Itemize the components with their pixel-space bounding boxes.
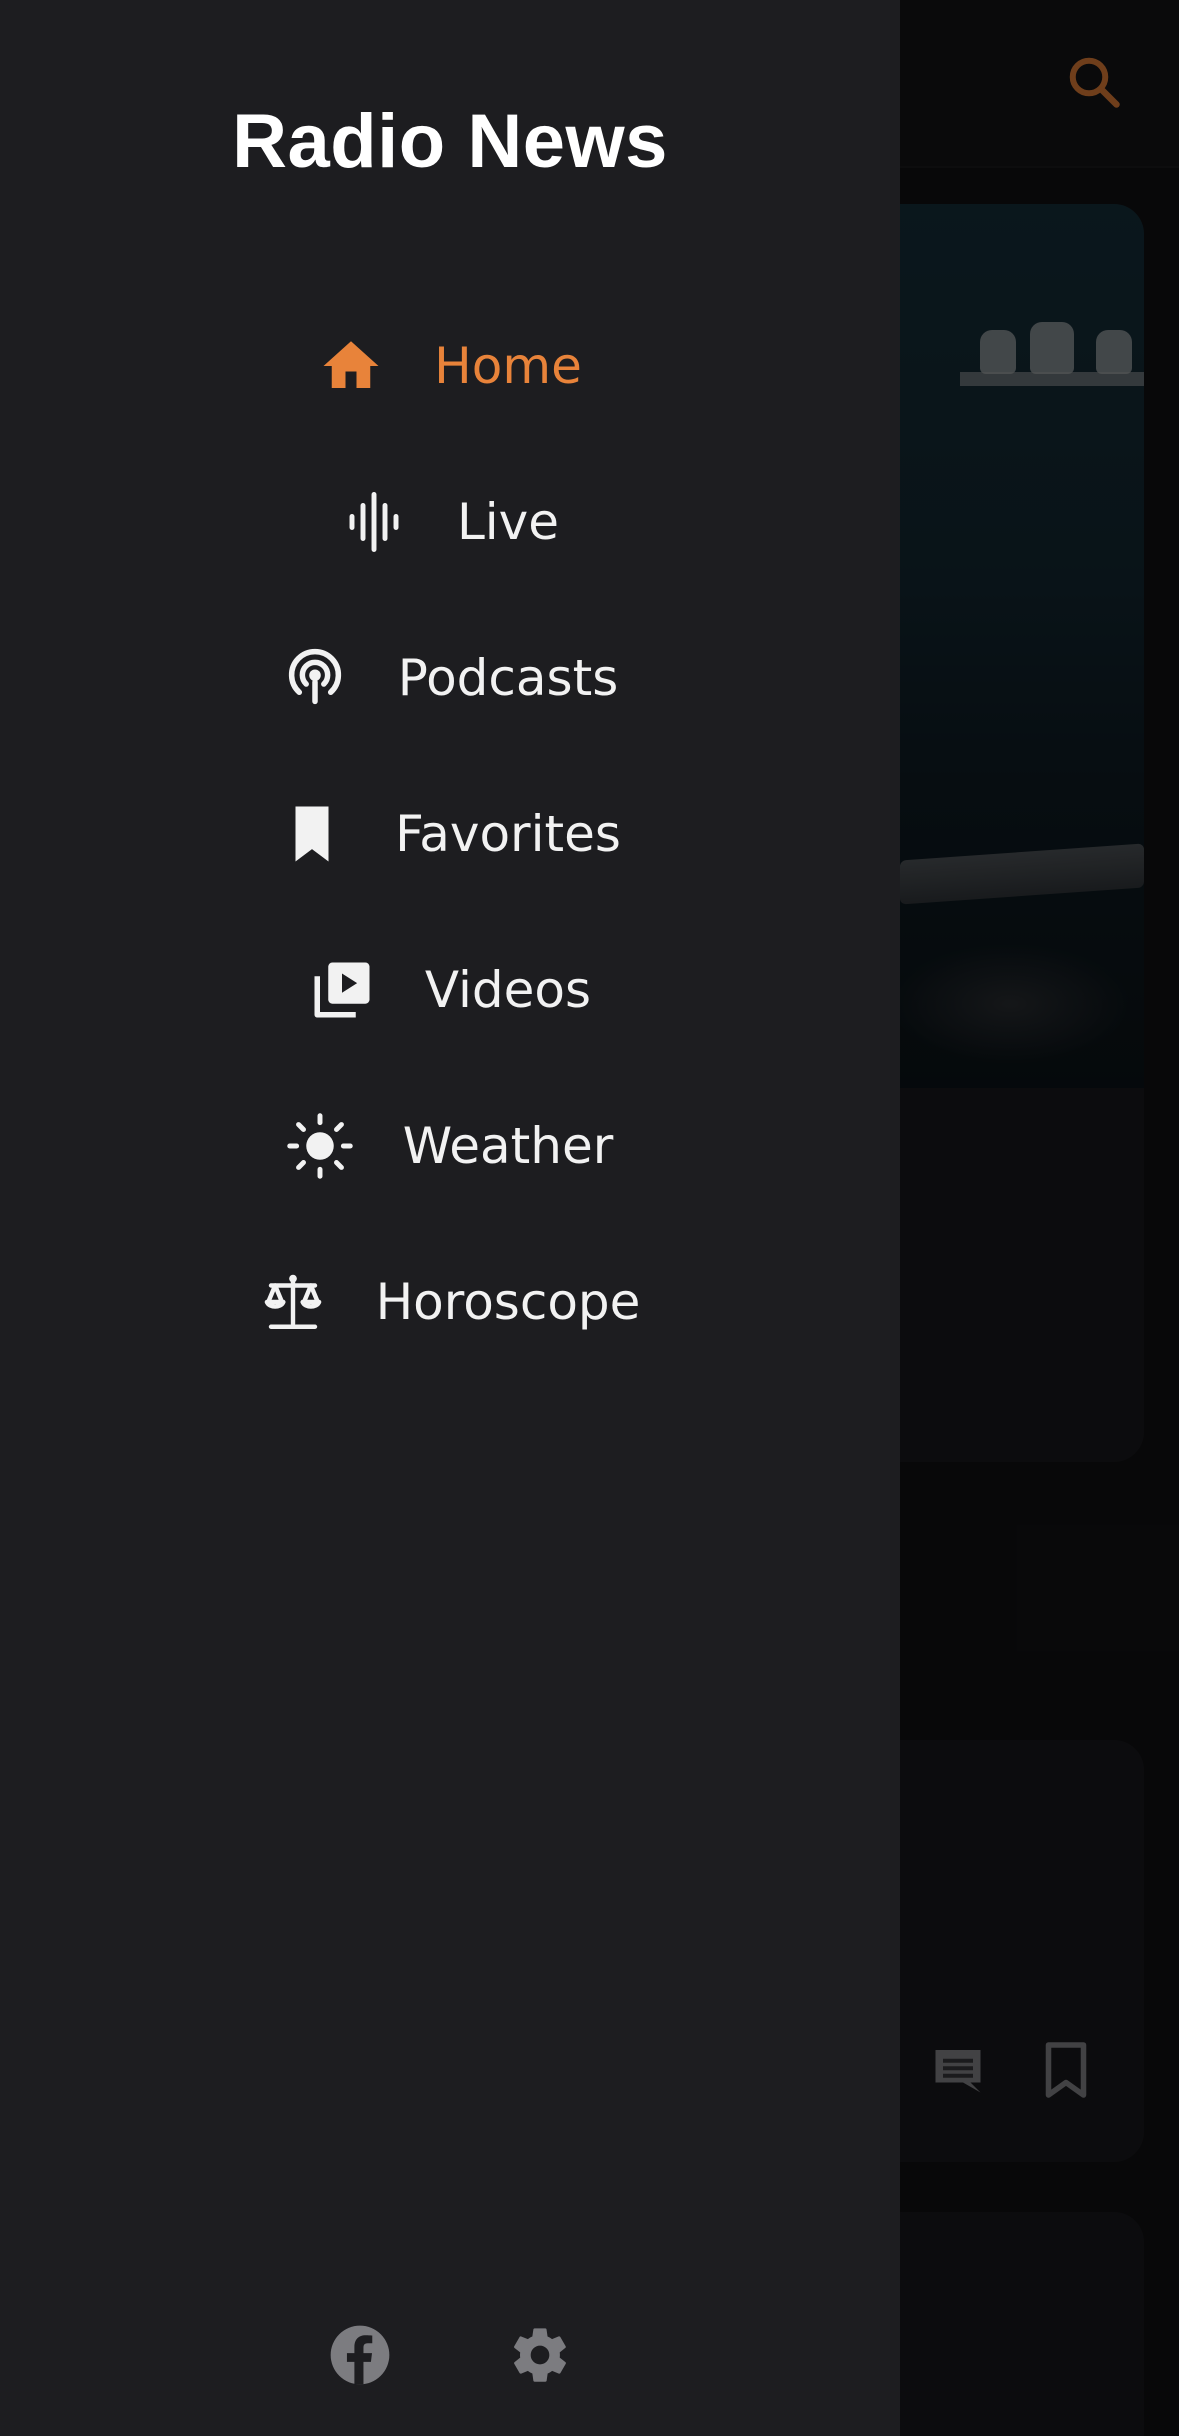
libra-scales-icon bbox=[260, 1269, 326, 1335]
sun-icon bbox=[287, 1113, 353, 1179]
navigation-drawer: Radio News Home Live Podcasts Favorites … bbox=[0, 0, 900, 2436]
menu-item-home[interactable]: Home bbox=[0, 306, 900, 426]
menu-item-favorites[interactable]: Favorites bbox=[0, 774, 900, 894]
audio-waveform-icon bbox=[341, 489, 407, 555]
menu-item-videos[interactable]: Videos bbox=[0, 930, 900, 1050]
app-title: Radio News bbox=[232, 99, 668, 184]
menu-item-weather[interactable]: Weather bbox=[0, 1086, 900, 1206]
menu-item-horoscope[interactable]: Horoscope bbox=[0, 1242, 900, 1362]
menu-item-label: Favorites bbox=[395, 805, 621, 863]
menu-item-podcasts[interactable]: Podcasts bbox=[0, 618, 900, 738]
menu-item-label: Live bbox=[456, 493, 560, 551]
app-screen: Radio News Home Live Podcasts Favorites … bbox=[0, 0, 1179, 2436]
home-icon bbox=[318, 333, 384, 399]
podcast-icon bbox=[282, 645, 348, 711]
bookmark-icon bbox=[279, 801, 345, 867]
menu-item-label: Weather bbox=[402, 1117, 614, 1175]
menu-item-label: Videos bbox=[424, 961, 592, 1019]
menu-item-label: Horoscope bbox=[375, 1273, 641, 1331]
menu-item-label: Podcasts bbox=[397, 649, 619, 707]
facebook-icon[interactable] bbox=[325, 2320, 395, 2390]
gear-icon[interactable] bbox=[505, 2320, 575, 2390]
menu-item-live[interactable]: Live bbox=[0, 462, 900, 582]
drawer-footer bbox=[0, 2320, 900, 2390]
menu-item-label: Home bbox=[434, 337, 582, 395]
video-library-icon bbox=[309, 957, 375, 1023]
